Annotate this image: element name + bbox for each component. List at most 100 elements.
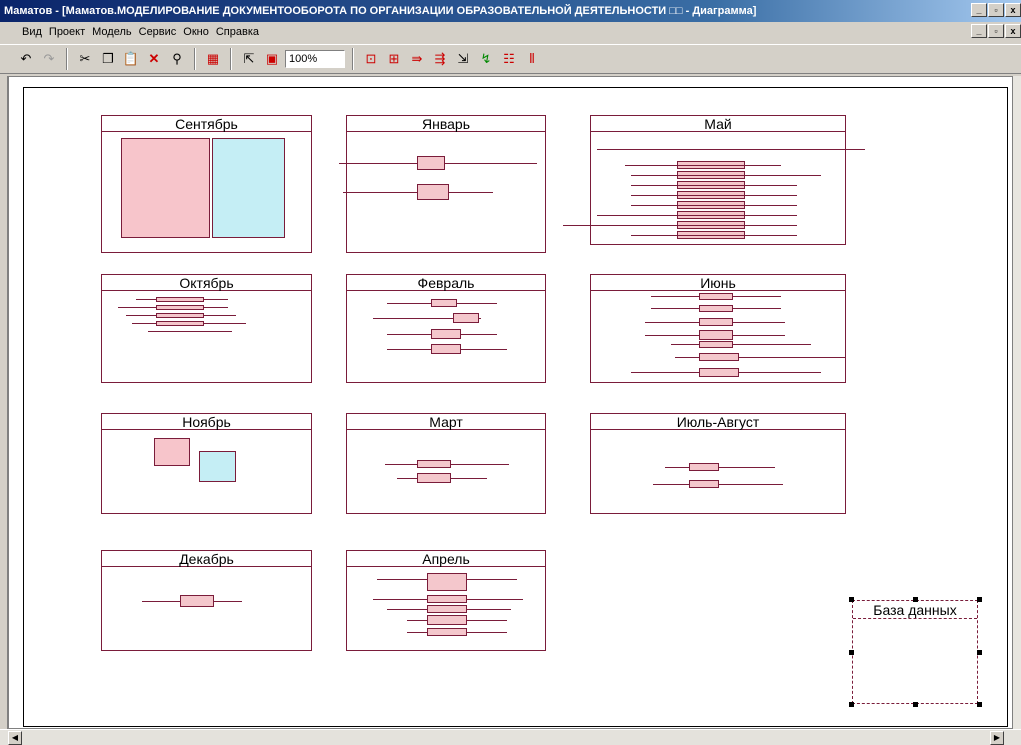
diagram-box[interactable]: [199, 451, 236, 482]
cut-icon[interactable]: ✂: [75, 49, 95, 69]
export-icon[interactable]: ▦: [203, 49, 223, 69]
process-box[interactable]: [431, 299, 457, 307]
database-title: База данных: [853, 601, 977, 619]
copy-icon[interactable]: ❐: [98, 49, 118, 69]
page-icon[interactable]: ⊡: [361, 49, 381, 69]
menu-item-view[interactable]: Вид: [22, 22, 42, 42]
menu-item-service[interactable]: Сервис: [139, 22, 177, 42]
flow-both-icon[interactable]: ⇶: [430, 49, 450, 69]
toolbar-separator: [352, 48, 354, 70]
process-box[interactable]: [156, 313, 204, 318]
resize-handle[interactable]: [977, 650, 982, 655]
panel-february[interactable]: Февраль: [346, 274, 546, 383]
frame-icon[interactable]: ▣: [262, 49, 282, 69]
process-box[interactable]: [417, 184, 449, 200]
close-button[interactable]: x: [1005, 3, 1021, 17]
resize-handle[interactable]: [849, 650, 854, 655]
process-box[interactable]: [689, 480, 719, 488]
menu-item-model[interactable]: Модель: [92, 22, 131, 42]
panel-january[interactable]: Январь: [339, 115, 546, 253]
panel-may[interactable]: Май: [563, 115, 865, 245]
flow-line: [671, 344, 811, 345]
process-box[interactable]: [699, 368, 739, 377]
panel-july-august[interactable]: Июль-Август: [590, 413, 846, 514]
process-box[interactable]: [156, 305, 204, 310]
flow-line: [445, 163, 537, 164]
flow-line: [563, 225, 797, 226]
process-box[interactable]: [689, 463, 719, 471]
minimize-button[interactable]: _: [971, 3, 987, 17]
process-box[interactable]: [156, 321, 204, 326]
process-box[interactable]: [180, 595, 214, 607]
panel-april[interactable]: Апрель: [346, 550, 546, 651]
paste-icon[interactable]: 📋: [121, 49, 141, 69]
process-box[interactable]: [427, 595, 467, 603]
database-box[interactable]: База данных: [852, 600, 978, 704]
process-box[interactable]: [427, 615, 467, 625]
find-icon[interactable]: ⚲: [167, 49, 187, 69]
diagram-canvas[interactable]: Сентябрь Январь Май Октябрь Февраль Июнь…: [8, 76, 1013, 729]
scroll-left-arrow[interactable]: ◀: [8, 731, 22, 745]
process-box[interactable]: [431, 329, 461, 339]
panel-december[interactable]: Декабрь: [101, 550, 312, 651]
horizontal-scrollbar[interactable]: ◀ ▶: [0, 729, 1021, 745]
resize-handle[interactable]: [849, 597, 854, 602]
process-box[interactable]: [699, 353, 739, 361]
diagram-box[interactable]: [212, 138, 285, 238]
process-box[interactable]: [427, 573, 467, 591]
doc-minimize-button[interactable]: _: [971, 24, 987, 38]
process-box[interactable]: [427, 605, 467, 613]
menu-item-project[interactable]: Проект: [49, 22, 85, 42]
process-box[interactable]: [417, 473, 451, 483]
process-box[interactable]: [699, 318, 733, 326]
diagram-box[interactable]: [121, 138, 210, 238]
process-box[interactable]: [417, 460, 451, 468]
process-box[interactable]: [699, 341, 733, 348]
link-icon[interactable]: ↯: [476, 49, 496, 69]
diagram-box[interactable]: [154, 438, 190, 466]
resize-handle[interactable]: [977, 597, 982, 602]
panel-october[interactable]: Октябрь: [101, 274, 312, 383]
document-window-controls: _ ▫ x: [971, 24, 1021, 38]
doc-maximize-button[interactable]: ▫: [988, 24, 1004, 38]
menu-item-help[interactable]: Справка: [216, 22, 259, 42]
process-box[interactable]: [699, 330, 733, 340]
flow-line: [631, 205, 797, 206]
split-icon[interactable]: ⫴: [522, 49, 542, 69]
toolbar-separator: [230, 48, 232, 70]
resize-handle[interactable]: [913, 702, 918, 707]
panel-title: Октябрь: [102, 275, 311, 291]
process-box[interactable]: [427, 628, 467, 636]
process-box[interactable]: [417, 156, 445, 170]
vertical-scrollbar[interactable]: [1013, 76, 1021, 729]
maximize-button[interactable]: ▫: [988, 3, 1004, 17]
flow-line: [631, 185, 797, 186]
doc-close-button[interactable]: x: [1005, 24, 1021, 38]
panel-november[interactable]: Ноябрь: [101, 413, 312, 514]
align-icon[interactable]: ☷: [499, 49, 519, 69]
panel-march[interactable]: Март: [346, 413, 546, 514]
select-icon[interactable]: ⇲: [453, 49, 473, 69]
process-box[interactable]: [156, 297, 204, 302]
flow-line: [148, 331, 232, 332]
flow-right-icon[interactable]: ⇛: [407, 49, 427, 69]
menu-item-window[interactable]: Окно: [183, 22, 209, 42]
process-box[interactable]: [431, 344, 461, 354]
resize-handle[interactable]: [913, 597, 918, 602]
pointer-icon[interactable]: ⇱: [239, 49, 259, 69]
process-box[interactable]: [699, 293, 733, 300]
page-add-icon[interactable]: ⊞: [384, 49, 404, 69]
flow-line: [449, 192, 493, 193]
delete-icon[interactable]: ✕: [144, 49, 164, 69]
process-box[interactable]: [699, 305, 733, 312]
resize-handle[interactable]: [849, 702, 854, 707]
resize-handle[interactable]: [977, 702, 982, 707]
process-box[interactable]: [453, 313, 479, 323]
zoom-input[interactable]: 100%: [285, 50, 345, 68]
redo-icon[interactable]: ↷: [39, 49, 59, 69]
scroll-right-arrow[interactable]: ▶: [990, 731, 1004, 745]
panel-june[interactable]: Июнь: [590, 274, 846, 383]
panel-september[interactable]: Сентябрь: [101, 115, 312, 253]
panel-title: Апрель: [347, 551, 545, 567]
undo-icon[interactable]: ↶: [16, 49, 36, 69]
